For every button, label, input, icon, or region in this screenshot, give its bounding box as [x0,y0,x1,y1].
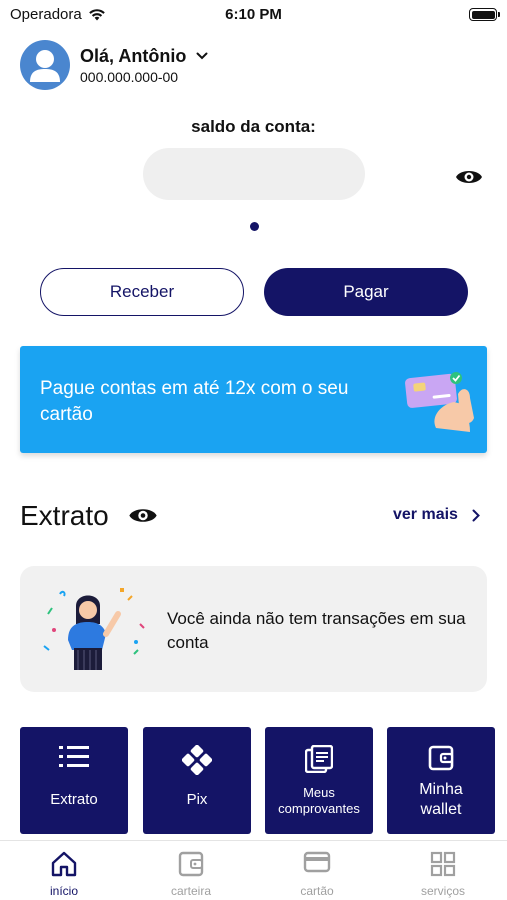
shortcut-wallet[interactable]: Minha wallet [387,727,495,834]
receive-button[interactable]: Receber [40,268,244,316]
status-bar: Operadora 6:10 PM [0,0,507,30]
status-time: 6:10 PM [225,6,282,23]
eye-icon[interactable] [128,505,158,526]
card-icon [303,851,331,873]
grid-icon [430,851,456,877]
person-celebrating-illustration [43,588,145,670]
battery-icon [469,8,500,21]
receipts-icon [305,745,333,773]
greeting-block: Olá, Antônio 000.000.000-00 [80,46,208,85]
shortcut-receipts[interactable]: Meus comprovantes [265,727,373,834]
nav-label: serviços [420,884,465,898]
nav-item-wallet[interactable]: carteira [141,841,241,900]
avatar[interactable] [20,40,70,90]
list-icon [59,746,89,767]
shortcut-label: Meus comprovantes [278,785,360,816]
shortcut-label: Pix [186,791,208,808]
shortcut-label: Extrato [50,791,98,808]
carousel-indicator [250,222,259,231]
home-icon [51,851,77,877]
chevron-down-icon[interactable] [196,52,208,60]
chevron-right-icon [472,509,480,521]
see-more-label: ver mais [393,506,458,523]
pix-icon [182,745,212,775]
eye-icon[interactable] [455,167,483,187]
shortcut-pix[interactable]: Pix [143,727,251,834]
statement-title: Extrato [20,500,109,531]
account-header[interactable]: Olá, Antônio 000.000.000-00 [20,40,208,90]
pay-button-label: Pagar [343,282,389,301]
balance-value-hidden [143,148,365,200]
receive-button-label: Receber [109,282,175,301]
nav-item-services[interactable]: serviços [393,841,493,900]
nav-item-home[interactable]: início [14,841,114,900]
wallet-icon [428,745,454,771]
account-document: 000.000.000-00 [80,68,179,85]
promo-text: Pague contas em até 12x com o seu cartão [40,378,349,425]
nav-label: carteira [170,884,211,898]
greeting-name: Olá, Antônio [80,45,187,66]
card-hand-illustration [405,372,474,432]
bottom-navigation: início carteira cartão serviços [0,840,507,900]
user-icon [30,50,60,82]
see-more-link[interactable]: ver mais [393,506,480,524]
nav-label: cartão [300,884,334,898]
empty-statement-message: Você ainda não tem transações em sua con… [167,609,466,652]
balance-label: saldo da conta: [191,117,316,136]
shortcut-extrato[interactable]: Extrato [20,727,128,834]
pay-button[interactable]: Pagar [264,268,468,316]
wallet-icon [178,851,204,877]
shortcut-label: Minha wallet [419,781,463,818]
nav-label: início [49,884,78,898]
promo-banner[interactable]: Pague contas em até 12x com o seu cartão [20,346,487,453]
empty-statement-card: Você ainda não tem transações em sua con… [20,566,487,692]
nav-item-card[interactable]: cartão [267,841,367,900]
